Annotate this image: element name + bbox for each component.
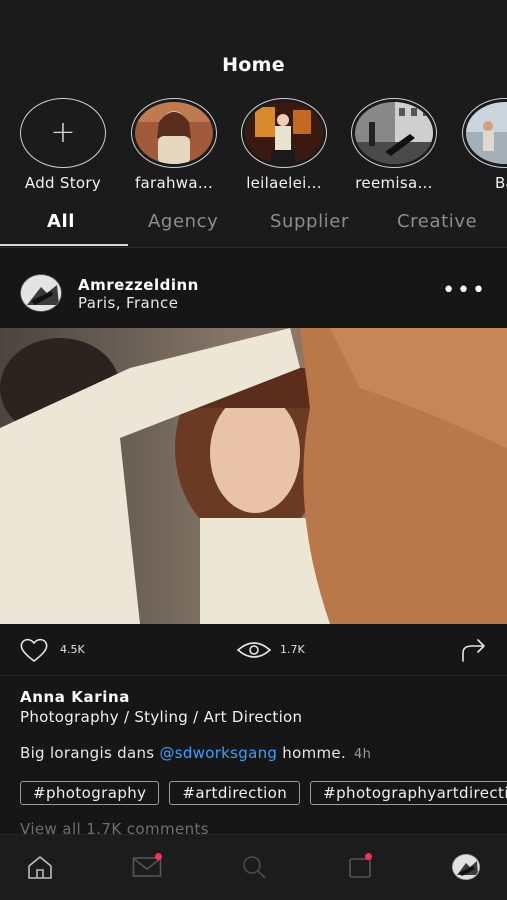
story-label: leilaelei... (246, 174, 322, 192)
likes-count: 4.5K (60, 643, 85, 656)
views-indicator (236, 638, 272, 662)
share-button[interactable] (460, 637, 488, 663)
story-item[interactable]: Ba (459, 98, 507, 192)
post-actions-bar: 4.5K 1.7K (0, 624, 507, 676)
tab-supplier[interactable]: Supplier (270, 211, 349, 232)
hashtag-chip[interactable]: #photographyartdirection (310, 781, 507, 805)
tab-all[interactable]: All (47, 211, 75, 232)
post-location: Paris, France (78, 294, 179, 312)
hashtag-list: #photography #artdirection #photographyart… (20, 781, 507, 807)
home-icon (28, 856, 52, 879)
add-story-ring[interactable]: + (20, 98, 106, 168)
caption-mention-link[interactable]: @sdworksgang (159, 744, 277, 762)
stories-row[interactable]: + Add Story farahwa... leilaelei... reem… (0, 92, 507, 198)
story-ring[interactable] (131, 98, 217, 168)
story-label: farahwa... (134, 174, 214, 192)
search-icon (243, 856, 266, 879)
active-tab-indicator (0, 244, 128, 246)
like-button[interactable] (18, 636, 52, 664)
app-screen: Home + Add Story farahwa... leilaelei...… (0, 0, 507, 900)
tab-agency[interactable]: Agency (148, 211, 218, 232)
hashtag-chip[interactable]: #photography (20, 781, 160, 805)
profile-avatar (452, 854, 480, 880)
more-options-icon[interactable]: ••• (442, 278, 487, 303)
heart-icon (20, 638, 48, 663)
story-ring[interactable] (241, 98, 327, 168)
story-label: reemisa... (355, 174, 433, 192)
hashtag-chip[interactable]: #artdirection (169, 781, 301, 805)
notification-dot (365, 853, 372, 860)
post-caption: Anna Karina Photography / Styling / Art … (20, 688, 500, 762)
post-header: Amrezzeldinn Paris, France ••• (0, 260, 507, 328)
story-label: Add Story (24, 174, 102, 192)
views-count: 1.7K (280, 643, 305, 656)
story-avatar (355, 102, 433, 164)
story-avatar (245, 102, 323, 164)
caption-text-before: Big lorangis dans (20, 744, 160, 762)
tab-creative[interactable]: Creative (397, 211, 477, 232)
story-label: Ba (494, 174, 507, 192)
caption-text-after: homme. (277, 744, 347, 762)
caption-author[interactable]: Anna Karina (20, 688, 500, 706)
nav-search[interactable] (234, 847, 274, 887)
caption-role: Photography / Styling / Art Direction (20, 708, 303, 726)
notification-dot (155, 853, 162, 860)
post-username[interactable]: Amrezzeldinn (78, 276, 199, 294)
share-icon (462, 639, 485, 662)
bottom-navigation (0, 834, 507, 900)
post-image[interactable] (0, 328, 507, 624)
nav-notifications[interactable] (340, 847, 380, 887)
story-add[interactable]: + Add Story (17, 98, 109, 192)
story-avatar (135, 102, 213, 164)
caption-text: Big lorangis dans @sdworksgang homme. 4h (20, 744, 500, 762)
plus-icon: + (50, 115, 76, 150)
top-bar: Home (0, 0, 507, 92)
story-avatar (466, 102, 507, 164)
filter-tabs: All Agency Supplier Creative (0, 198, 507, 248)
nav-messages[interactable] (127, 847, 167, 887)
nav-profile[interactable] (446, 847, 486, 887)
page-title: Home (222, 54, 285, 76)
post-author-avatar[interactable] (20, 274, 62, 312)
story-ring[interactable] (351, 98, 437, 168)
story-ring[interactable] (462, 98, 507, 168)
story-item[interactable]: farahwa... (128, 98, 220, 192)
story-item[interactable]: leilaelei... (238, 98, 330, 192)
nav-home[interactable] (20, 847, 60, 887)
story-item[interactable]: reemisa... (348, 98, 440, 192)
eye-icon (236, 642, 272, 658)
post-timestamp: 4h (354, 747, 372, 762)
